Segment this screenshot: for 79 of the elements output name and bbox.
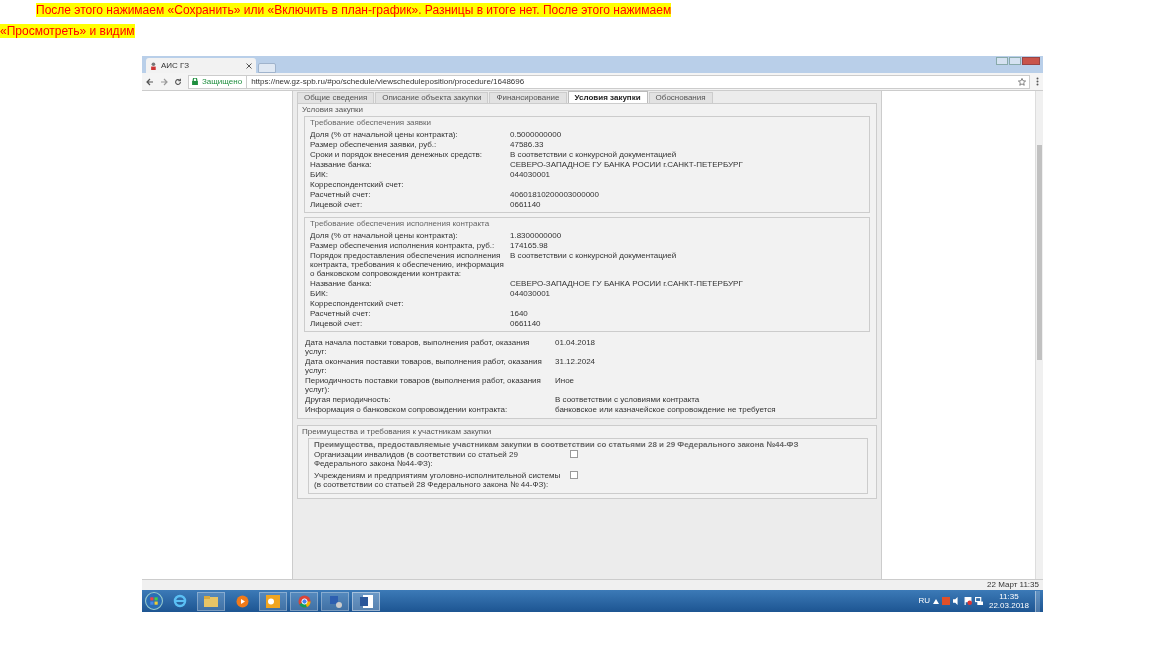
page-tab[interactable]: Условия закупки [567, 91, 648, 103]
url-text: https://new.gz-spb.ru/#po/schedule/viewscheduleposition/procedure/1648696 [251, 75, 526, 88]
network-icon[interactable] [974, 597, 983, 605]
field-value: 47586.33 [510, 139, 545, 149]
field-label: Корреспондентский счет: [310, 179, 405, 189]
star-icon[interactable] [1018, 77, 1026, 86]
close-icon[interactable] [246, 62, 252, 69]
field-label: Доля (% от начальной цены контракта): [310, 230, 459, 240]
checkbox[interactable] [570, 471, 578, 479]
field-label: Порядок предоставления обеспечения исполнения контракта, требования к обеспечению, информация о банковском сопровождении контракта: [310, 250, 505, 278]
tab-title: АИС ГЗ [161, 59, 191, 72]
fieldset-title: Требование обеспечения заявки [310, 117, 433, 129]
field-value: В соответствии с конкурсной документацией [510, 149, 678, 159]
field-label: Учреждениям и предприятиям уголовно-исполнительной системы (в соответствии со статьей 28 Федерального закона № 44-ФЗ): [314, 471, 562, 489]
chrome-taskbar-icon[interactable] [290, 591, 318, 611]
field-value: СЕВЕРО-ЗАПАДНОЕ ГУ БАНКА РОСИИ г.САНКТ-ПЕТЕРБУРГ [510, 159, 744, 169]
folder-taskbar-icon[interactable] [197, 591, 225, 611]
field-label: БИК: [310, 169, 329, 179]
field-label: Лицевой счет: [310, 199, 364, 209]
lock-icon [192, 78, 198, 85]
field-value: В соответствии с условиями контракта [555, 394, 701, 404]
field-value: 044030001 [510, 288, 552, 298]
field-value: 044030001 [510, 169, 552, 179]
status-date: 22 Март 11:35 [987, 580, 1039, 590]
field-label: Корреспондентский счет: [310, 298, 405, 308]
field-value: 0.5000000000 [510, 129, 563, 139]
field-label: Сроки и порядок внесения денежных средств: [310, 149, 484, 159]
reload-icon[interactable] [174, 77, 182, 86]
secure-label: Защищено [202, 75, 248, 88]
page-icon [150, 61, 158, 70]
scrollbar[interactable] [1035, 91, 1043, 579]
field-label: Название банка: [310, 278, 373, 288]
field-label: Расчетный счет: [310, 189, 372, 199]
scrollbar-thumb[interactable] [1037, 145, 1042, 360]
menu-icon[interactable] [1036, 77, 1039, 86]
address-field[interactable]: Защищено https://new.gz-spb.ru/#po/schedule/viewscheduleposition/procedure/1648696 [188, 74, 1030, 89]
fieldset-title: Преимущества, предоставляемые участникам закупки в соответствии со статьями 28 и 29 Федерального закона №44-ФЗ [314, 439, 800, 450]
field-label: Дата начала поставки товаров, выполнения работ, оказания услуг: [305, 337, 531, 356]
field-label: Периодичность поставки товаров (выполнения работ, оказания услуг): [305, 375, 542, 394]
forward-icon[interactable] [160, 77, 168, 86]
speaker-icon[interactable] [952, 597, 961, 605]
checkbox[interactable] [570, 450, 578, 458]
field-label: Другая периодичность: [305, 394, 392, 404]
field-label: Информация о банковском сопровождении контракта: [305, 404, 509, 414]
field-label: Организации инвалидов (в соответствии со статьей 29 Федерального закона №44-ФЗ): [314, 450, 519, 468]
field-label: Лицевой счет: [310, 318, 364, 328]
clock[interactable]: 11:35 22.03.2018 [985, 592, 1032, 610]
section-title: Преимущества и требования к участникам закупки [302, 426, 493, 438]
field-value: 31.12.2024 [555, 356, 597, 368]
field-label: Размер обеспечения заявки, руб.: [310, 139, 438, 149]
field-value: СЕВЕРО-ЗАПАДНОЕ ГУ БАНКА РОСИИ г.САНКТ-ПЕТЕРБУРГ [510, 278, 744, 288]
flag-icon[interactable] [963, 597, 972, 605]
field-value: 1640 [510, 308, 529, 318]
back-icon[interactable] [146, 77, 154, 86]
field-label: Доля (% от начальной цены контракта): [310, 129, 459, 139]
show-desktop-button[interactable] [1035, 590, 1040, 612]
field-value: 0661140 [510, 199, 542, 209]
minimize-button[interactable] [996, 57, 1008, 65]
field-label: Расчетный счет: [310, 308, 372, 318]
field-value: 40601810200003000000 [510, 189, 600, 199]
field-value: 01.04.2018 [555, 337, 597, 349]
field-value: 0661140 [510, 318, 542, 328]
tray-expand-icon[interactable] [932, 598, 939, 604]
fieldset-title: Требование обеспечения исполнения контракта [310, 218, 491, 230]
language-indicator[interactable]: RU [918, 595, 930, 607]
browser-tab[interactable]: АИС ГЗ [146, 58, 256, 73]
field-value: 174165.98 [510, 240, 549, 250]
maximize-button[interactable] [1009, 57, 1021, 65]
section-title: Условия закупки [302, 104, 365, 116]
field-value: В соответствии с конкурсной документацией [510, 250, 678, 262]
field-value: банковское или казначейское сопровождение не требуется [555, 404, 777, 414]
start-button[interactable] [145, 592, 163, 610]
field-label: Дата окончания поставки товаров, выполнения работ, оказания услуг: [305, 356, 543, 375]
field-label: Размер обеспечения исполнения контракта, руб.: [310, 240, 496, 250]
field-value: Иное [555, 375, 576, 387]
field-label: БИК: [310, 288, 329, 298]
instruction-paragraph: После этого нажимаем «Сохранить» или «Включить в план-график». Разницы в итоге нет. После этого нажимаем «Просмотреть» и видим [0, 2, 673, 40]
field-label: Название банка: [310, 159, 373, 169]
field-value: 1.8300000000 [510, 230, 563, 240]
